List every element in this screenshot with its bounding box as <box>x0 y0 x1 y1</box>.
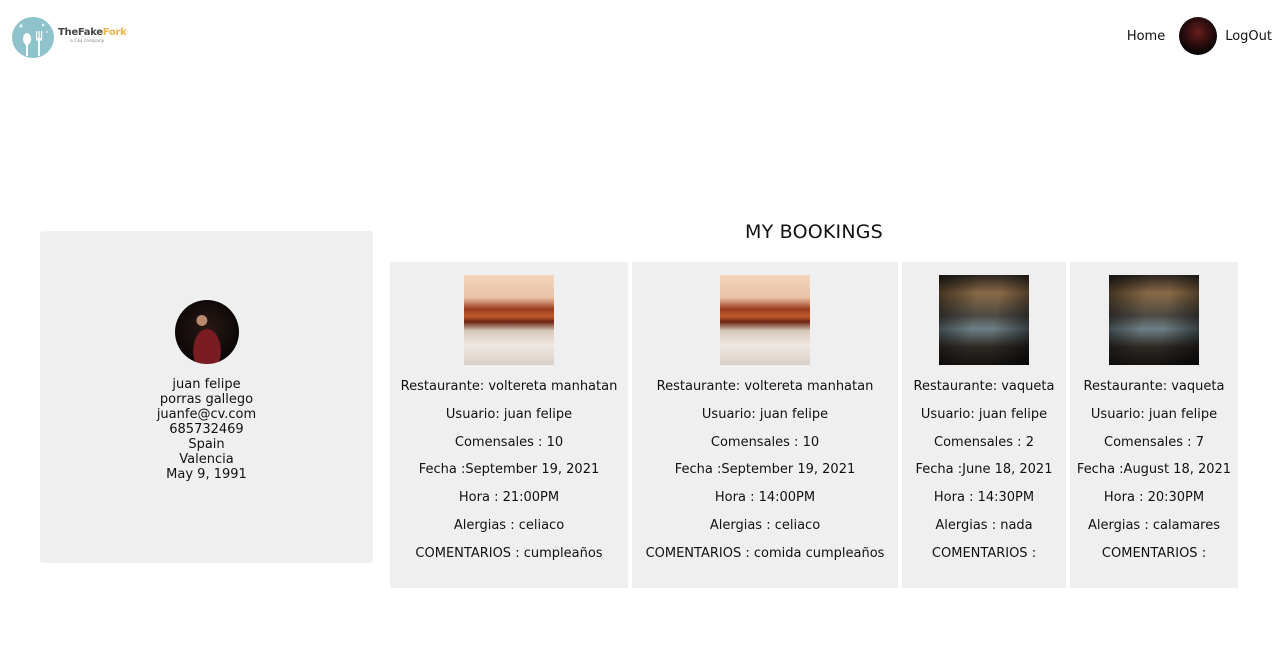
nav-menu: Home LogOut <box>1127 17 1272 55</box>
booking-date: Fecha :September 19, 2021 <box>418 462 600 478</box>
brand-logo[interactable]: TheFakeFork a C&J company <box>12 17 127 58</box>
profile-phone: 685732469 <box>169 422 244 437</box>
booking-card: Restaurante: vaqueta Usuario: juan felip… <box>902 262 1066 588</box>
profile-city: Valencia <box>179 452 234 467</box>
brand-tagline: a C&J company <box>70 39 105 44</box>
booking-allergies: Alergias : nada <box>935 517 1033 533</box>
nav-home-link[interactable]: Home <box>1127 29 1165 44</box>
profile-last-name: porras gallego <box>159 392 254 407</box>
booking-user: Usuario: juan felipe <box>920 406 1048 422</box>
booking-comments: COMENTARIOS : <box>931 545 1037 561</box>
booking-time: Hora : 14:00PM <box>714 490 816 506</box>
booking-guests: Comensales : 10 <box>454 434 564 450</box>
brand-wordmark: TheFakeFork a C&J company <box>58 27 127 44</box>
booking-allergies: Alergias : celiaco <box>709 517 821 533</box>
restaurant-photo <box>720 275 810 365</box>
booking-card: Restaurante: voltereta manhatan Usuario:… <box>632 262 898 588</box>
booking-card: Restaurante: vaqueta Usuario: juan felip… <box>1070 262 1238 588</box>
booking-user: Usuario: juan felipe <box>1090 406 1218 422</box>
booking-comments: COMENTARIOS : <box>1101 545 1207 561</box>
navbar: TheFakeFork a C&J company Home LogOut <box>0 0 1280 75</box>
restaurant-photo <box>464 275 554 365</box>
booking-restaurant: Restaurante: vaqueta <box>913 379 1055 394</box>
user-avatar[interactable] <box>1179 17 1218 55</box>
booking-date: Fecha :June 18, 2021 <box>915 462 1053 478</box>
brand-name-part2: Fork <box>102 27 127 38</box>
booking-restaurant: Restaurante: vaqueta <box>1083 379 1225 394</box>
booking-restaurant: Restaurante: voltereta manhatan <box>400 379 618 394</box>
profile-card: juan felipe porras gallego juanfe@cv.com… <box>40 231 373 563</box>
booking-guests: Comensales : 7 <box>1104 434 1204 450</box>
booking-time: Hora : 21:00PM <box>458 490 560 506</box>
profile-info: juan felipe porras gallego juanfe@cv.com… <box>40 377 373 482</box>
profile-country: Spain <box>188 437 225 452</box>
profile-birth-date: May 9, 1991 <box>166 467 247 482</box>
booking-card: Restaurante: voltereta manhatan Usuario:… <box>390 262 628 588</box>
booking-comments: COMENTARIOS : comida cumpleaños <box>645 545 885 561</box>
profile-first-name: juan felipe <box>172 377 241 392</box>
bookings-title: MY BOOKINGS <box>745 221 883 243</box>
restaurant-photo <box>1109 275 1199 365</box>
booking-date: Fecha :September 19, 2021 <box>674 462 856 478</box>
booking-guests: Comensales : 10 <box>710 434 820 450</box>
booking-user: Usuario: juan felipe <box>445 406 573 422</box>
booking-guests: Comensales : 2 <box>934 434 1034 450</box>
nav-logout-link[interactable]: LogOut <box>1225 29 1272 44</box>
booking-restaurant: Restaurante: voltereta manhatan <box>656 379 874 394</box>
profile-avatar <box>175 300 239 364</box>
brand-name-part1: TheFake <box>58 27 103 38</box>
fork-knife-icon <box>12 17 54 58</box>
profile-email: juanfe@cv.com <box>156 407 257 422</box>
booking-time: Hora : 14:30PM <box>933 490 1035 506</box>
booking-time: Hora : 20:30PM <box>1103 490 1205 506</box>
booking-user: Usuario: juan felipe <box>701 406 829 422</box>
booking-allergies: Alergias : calamares <box>1087 517 1221 533</box>
restaurant-photo <box>939 275 1029 365</box>
booking-date: Fecha :August 18, 2021 <box>1076 462 1232 478</box>
booking-comments: COMENTARIOS : cumpleaños <box>415 545 603 561</box>
booking-allergies: Alergias : celiaco <box>453 517 565 533</box>
